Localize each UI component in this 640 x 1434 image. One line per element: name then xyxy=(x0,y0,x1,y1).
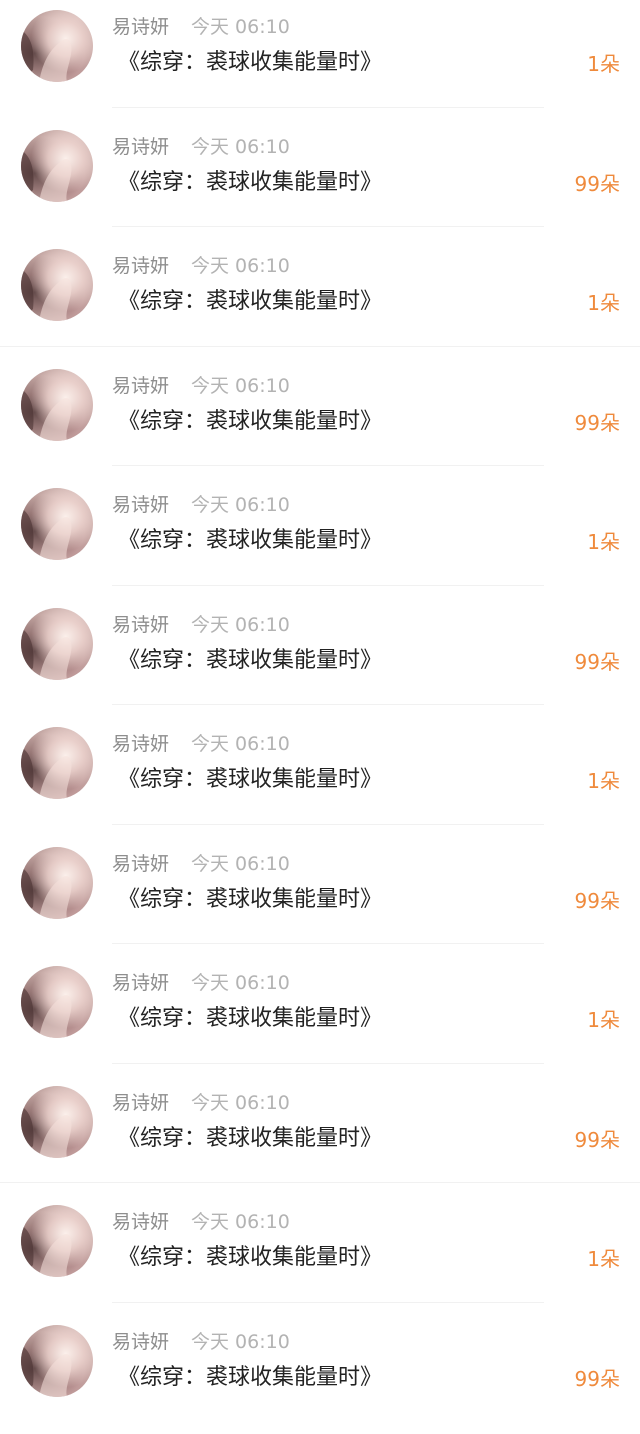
list-item[interactable]: 易诗妍 今天 06:10 《综穿：裘球收集能量时》 1朵 xyxy=(0,1195,640,1315)
list-item[interactable]: 易诗妍 今天 06:10 《综穿：裘球收集能量时》 1朵 xyxy=(0,717,640,837)
timestamp: 今天 06:10 xyxy=(191,253,290,279)
book-title: 《综穿：裘球收集能量时》 xyxy=(118,168,382,198)
sender-name: 易诗妍 xyxy=(112,731,169,757)
timestamp: 今天 06:10 xyxy=(191,1090,290,1116)
timestamp: 今天 06:10 xyxy=(191,970,290,996)
sender-name: 易诗妍 xyxy=(112,492,169,518)
divider xyxy=(0,346,640,347)
sender-name: 易诗妍 xyxy=(112,14,169,40)
list-item[interactable]: 易诗妍 今天 06:10 《综穿：裘球收集能量时》 99朵 xyxy=(0,837,640,957)
gift-amount: 1朵 xyxy=(587,1006,620,1034)
divider xyxy=(112,585,544,586)
gift-amount: 1朵 xyxy=(587,50,620,78)
avatar[interactable] xyxy=(21,727,93,799)
list-item[interactable]: 易诗妍 今天 06:10 《综穿：裘球收集能量时》 1朵 xyxy=(0,956,640,1076)
sender-name: 易诗妍 xyxy=(112,1329,169,1355)
timestamp: 今天 06:10 xyxy=(191,612,290,638)
list-item[interactable]: 易诗妍 今天 06:10 《综穿：裘球收集能量时》 1朵 xyxy=(0,478,640,598)
book-title: 《综穿：裘球收集能量时》 xyxy=(118,1363,382,1393)
avatar[interactable] xyxy=(21,608,93,680)
book-title: 《综穿：裘球收集能量时》 xyxy=(118,48,382,78)
gift-amount: 99朵 xyxy=(575,1365,620,1393)
divider xyxy=(0,1182,640,1183)
avatar[interactable] xyxy=(21,488,93,560)
gift-amount: 99朵 xyxy=(575,409,620,437)
avatar[interactable] xyxy=(21,1205,93,1277)
timestamp: 今天 06:10 xyxy=(191,731,290,757)
sender-name: 易诗妍 xyxy=(112,1090,169,1116)
sender-name: 易诗妍 xyxy=(112,612,169,638)
book-title: 《综穿：裘球收集能量时》 xyxy=(118,526,382,556)
list-item[interactable]: 易诗妍 今天 06:10 《综穿：裘球收集能量时》 1朵 xyxy=(0,0,640,120)
avatar[interactable] xyxy=(21,369,93,441)
timestamp: 今天 06:10 xyxy=(191,1329,290,1355)
sender-name: 易诗妍 xyxy=(112,373,169,399)
divider xyxy=(112,107,544,108)
avatar[interactable] xyxy=(21,10,93,82)
list-item[interactable]: 易诗妍 今天 06:10 《综穿：裘球收集能量时》 99朵 xyxy=(0,359,640,479)
divider xyxy=(112,226,544,227)
sender-name: 易诗妍 xyxy=(112,970,169,996)
book-title: 《综穿：裘球收集能量时》 xyxy=(118,287,382,317)
divider xyxy=(112,824,544,825)
sender-name: 易诗妍 xyxy=(112,1209,169,1235)
gift-amount: 99朵 xyxy=(575,887,620,915)
timestamp: 今天 06:10 xyxy=(191,1209,290,1235)
divider xyxy=(112,1302,544,1303)
book-title: 《综穿：裘球收集能量时》 xyxy=(118,1004,382,1034)
list-item[interactable]: 易诗妍 今天 06:10 《综穿：裘球收集能量时》 99朵 xyxy=(0,120,640,240)
divider xyxy=(112,704,544,705)
avatar[interactable] xyxy=(21,249,93,321)
gift-amount: 1朵 xyxy=(587,289,620,317)
avatar[interactable] xyxy=(21,847,93,919)
book-title: 《综穿：裘球收集能量时》 xyxy=(118,1243,382,1273)
list-item[interactable]: 易诗妍 今天 06:10 《综穿：裘球收集能量时》 1朵 xyxy=(0,239,640,359)
book-title: 《综穿：裘球收集能量时》 xyxy=(118,1124,382,1154)
timestamp: 今天 06:10 xyxy=(191,851,290,877)
avatar[interactable] xyxy=(21,130,93,202)
gift-amount: 99朵 xyxy=(575,648,620,676)
book-title: 《综穿：裘球收集能量时》 xyxy=(118,407,382,437)
gift-amount: 99朵 xyxy=(575,170,620,198)
gift-amount: 1朵 xyxy=(587,767,620,795)
list-item[interactable]: 易诗妍 今天 06:10 《综穿：裘球收集能量时》 99朵 xyxy=(0,598,640,718)
timestamp: 今天 06:10 xyxy=(191,134,290,160)
book-title: 《综穿：裘球收集能量时》 xyxy=(118,765,382,795)
divider xyxy=(112,1063,544,1064)
book-title: 《综穿：裘球收集能量时》 xyxy=(118,646,382,676)
divider xyxy=(112,943,544,944)
avatar[interactable] xyxy=(21,966,93,1038)
avatar[interactable] xyxy=(21,1086,93,1158)
sender-name: 易诗妍 xyxy=(112,851,169,877)
timestamp: 今天 06:10 xyxy=(191,373,290,399)
sender-name: 易诗妍 xyxy=(112,253,169,279)
timestamp: 今天 06:10 xyxy=(191,492,290,518)
avatar[interactable] xyxy=(21,1325,93,1397)
gift-amount: 99朵 xyxy=(575,1126,620,1154)
gift-amount: 1朵 xyxy=(587,528,620,556)
divider xyxy=(112,465,544,466)
timestamp: 今天 06:10 xyxy=(191,14,290,40)
gift-record-list: 易诗妍 今天 06:10 《综穿：裘球收集能量时》 1朵 易诗妍 今天 06:1… xyxy=(0,0,640,1434)
book-title: 《综穿：裘球收集能量时》 xyxy=(118,885,382,915)
list-item[interactable]: 易诗妍 今天 06:10 《综穿：裘球收集能量时》 99朵 xyxy=(0,1315,640,1434)
gift-amount: 1朵 xyxy=(587,1245,620,1273)
sender-name: 易诗妍 xyxy=(112,134,169,160)
list-item[interactable]: 易诗妍 今天 06:10 《综穿：裘球收集能量时》 99朵 xyxy=(0,1076,640,1196)
